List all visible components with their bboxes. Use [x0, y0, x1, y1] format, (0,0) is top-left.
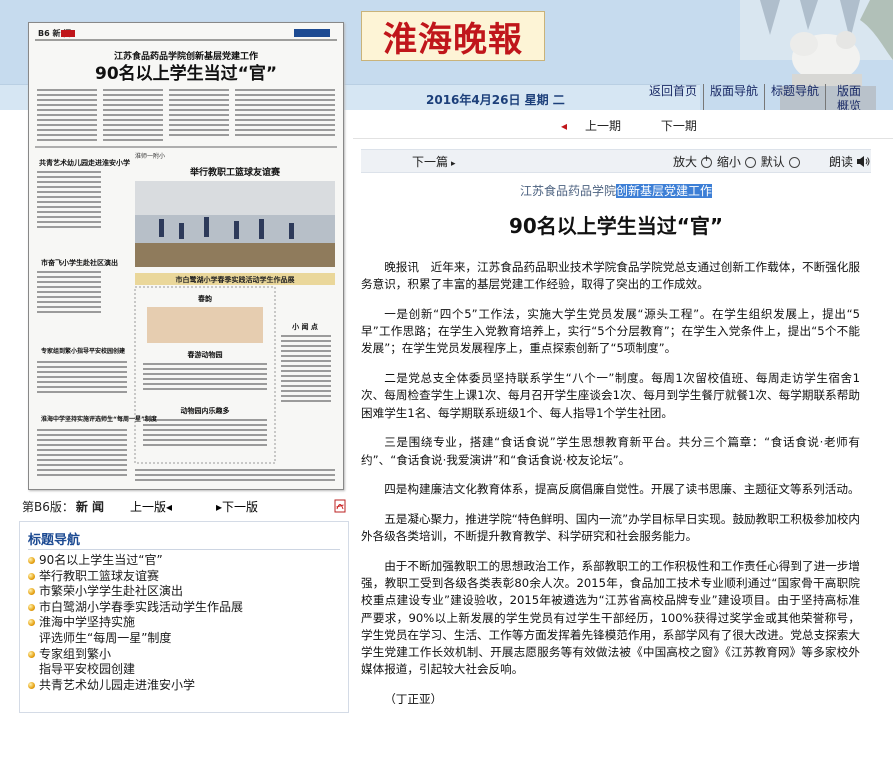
kicker-highlight: 创新基层党建工作: [616, 184, 713, 198]
thumb-section-c: 市奋飞小学生赴社区演出: [41, 258, 118, 267]
default-size-option[interactable]: 默认: [761, 153, 800, 170]
logo-text: 淮海晚報: [383, 19, 523, 60]
article-kicker: 江苏食品药品学院创新基层党建工作: [519, 184, 713, 198]
bullet-icon: [28, 603, 35, 611]
title-nav-item[interactable]: 90名以上学生当过“官”: [28, 553, 243, 569]
arrow-right-icon: ▸: [451, 159, 456, 169]
prev-page-link[interactable]: 上一版◂: [130, 498, 172, 515]
next-article-link[interactable]: 下一篇 ▸: [412, 153, 456, 170]
next-issue-link[interactable]: 下一期: [661, 119, 697, 133]
article-paragraph: 四是构建廉洁文化教育体系，提高反腐倡廉自觉性。开展了读书思廉、主题征文等系列活动…: [384, 482, 860, 497]
page-thumbnail: B6 新 闻 江苏食品药品学院创新基层党建工作 90名以上学生当过“官” 共青艺…: [29, 23, 343, 489]
thumb-photo-caption: 淮师一附小: [135, 152, 165, 160]
font-size-controls: 放大 + 缩小 - 默认: [673, 153, 800, 170]
thumb-column-head: 小 闻 点: [291, 322, 318, 331]
speaker-icon: [857, 156, 870, 167]
article-paragraph: 晚报讯 近年来，江苏食品药品职业技术学院食品学院党总支通过创新工作载体，不断强化…: [361, 260, 860, 292]
thumb-side-1: 专家组到繁小指导平安校园创建: [41, 347, 126, 355]
top-navigation: 返回首页 版面导航 标题导航 版面概览: [643, 84, 872, 110]
title-nav-item[interactable]: 淮海中学坚持实施: [28, 615, 243, 631]
title-nav-item[interactable]: 市白鹭湖小学春季实践活动学生作品展: [28, 600, 243, 616]
article-paragraph: 三是围绕专业，搭建“食话食说”学生思想教育新平台。共分三个篇章：“食话食说·老师…: [361, 435, 860, 467]
title-nav-item[interactable]: 共青艺术幼儿园走进淮安小学: [28, 678, 243, 694]
bullet-icon: [28, 557, 35, 564]
newspaper-page-image[interactable]: B6 新 闻 江苏食品药品学院创新基层党建工作 90名以上学生当过“官” 共青艺…: [28, 22, 344, 490]
thumb-section-a: 共青艺术幼儿园走进淮安小学: [39, 158, 130, 167]
article-headline: 90名以上学生当过“官”: [508, 214, 724, 238]
article-paragraph: 五是凝心聚力，推进学院“特色鲜明、国内一流”办学目标早日实现。鼓励教职工积极参加…: [361, 511, 860, 544]
prev-issue-link[interactable]: ◂ 上一期: [561, 119, 639, 133]
issue-date: 2016年4月26日 星期 二: [426, 93, 565, 107]
bullet-icon: [28, 650, 35, 658]
nav-page-link[interactable]: 版面导航: [703, 84, 764, 110]
title-nav-item[interactable]: 举行教职工篮球友谊赛: [28, 569, 243, 585]
title-nav-heading: 标题导航: [28, 533, 81, 548]
newspaper-logo[interactable]: 淮海晚報: [361, 11, 545, 61]
title-nav-item[interactable]: 市繁荣小学学生赴社区演出: [28, 584, 243, 600]
default-size-radio[interactable]: [788, 157, 800, 168]
nav-home-link[interactable]: 返回首页: [643, 84, 703, 110]
title-navigation-panel: 标题导航 90名以上学生当过“官” 举行教职工篮球友谊赛 市繁荣小学学生赴社区演…: [19, 521, 349, 713]
zoom-in-radio[interactable]: +: [700, 154, 712, 168]
nav-title-link[interactable]: 标题导航: [764, 84, 825, 110]
article-paragraph: 二是党总支全体委员坚持联系学生“八个一”制度。每周1次留校值班、每周走访学生宿舍…: [361, 371, 860, 420]
thumb-sub-2: 春游动物园: [187, 350, 223, 359]
bullet-icon: [28, 681, 35, 689]
thumb-subtitle: 江苏食品药品学院创新基层党建工作: [114, 50, 258, 62]
arrow-left-icon: ◂: [166, 500, 173, 514]
zoom-out-option[interactable]: 缩小 -: [717, 153, 756, 170]
zoom-out-radio[interactable]: -: [744, 153, 756, 168]
divider: [353, 138, 893, 139]
thumb-side-2: 淮海中学坚持实施评选师生“每周一星”制度: [41, 415, 158, 423]
bullet-icon: [28, 588, 35, 596]
article-byline: （丁正亚）: [384, 692, 443, 707]
title-nav-item-continued[interactable]: 评选师生“每周一星”制度: [28, 631, 243, 647]
article-paragraph: 一是创新“四个5”工作法，实施大学生党员发展“源头工程”。在学生组织发展上，提出…: [361, 306, 860, 356]
bullet-icon: [28, 619, 35, 627]
title-nav-item-continued[interactable]: 指导平安校园创建: [28, 662, 243, 678]
bullet-icon: [28, 572, 35, 580]
issue-pager: ◂ 上一期 下一期: [561, 117, 715, 134]
zoom-in-option[interactable]: 放大 +: [673, 153, 712, 170]
title-nav-item[interactable]: 专家组到繁小: [28, 647, 243, 663]
article-body: 晚报讯 近年来，江苏食品药品职业技术学院食品学院党总支通过创新工作载体，不断强化…: [361, 259, 860, 721]
page-number: 第B6版：新 闻: [22, 500, 105, 514]
nav-overview-link[interactable]: 版面概览: [825, 84, 872, 110]
pdf-icon[interactable]: [334, 499, 346, 513]
thumb-sub-1: 春韵: [197, 294, 212, 303]
article-paragraph: 由于不断加强教职工的思想政治工作，系部教职工的工作积极性和工作责任心得到了进一步…: [361, 558, 860, 677]
read-aloud-button[interactable]: 朗读: [829, 153, 870, 170]
page-name: 新 闻: [75, 500, 105, 514]
thumb-sub-3: 动物园内乐趣多: [181, 406, 230, 415]
thumb-title: 90名以上学生当过“官”: [95, 63, 277, 84]
thumb-poster-banner: 市白鹭湖小学春季实践活动学生作品展: [176, 275, 296, 284]
next-page-link[interactable]: ▸下一版: [216, 498, 258, 515]
arrow-left-icon: ◂: [561, 119, 568, 133]
thumb-section-b: 举行教职工篮球友谊赛: [189, 166, 281, 178]
